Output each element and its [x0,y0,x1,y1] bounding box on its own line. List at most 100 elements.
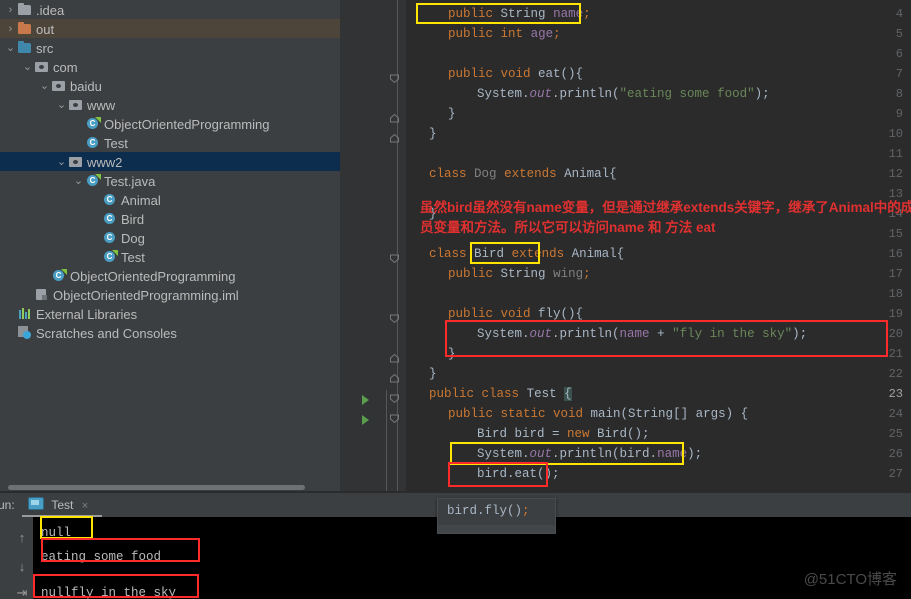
java-class-runnable-icon [51,269,67,282]
scroll-up-icon[interactable]: ↑ [14,530,30,545]
tree-spacer: ❯ [72,115,85,134]
code-line-10: } [429,127,437,141]
tree-item-objectorientedprogramming-iml[interactable]: ❯ ObjectOrientedProgramming.iml [0,285,340,304]
tree-item-label: Dog [121,231,145,247]
tree-item-test[interactable]: ❯ Test [0,133,340,152]
console-side-toolbar[interactable]: ↑ ↓ ⇥ [0,517,33,599]
tree-item-label: out [36,22,55,38]
tree-item-src[interactable]: ⌄ src [0,38,340,57]
java-class-icon [102,231,118,244]
close-icon[interactable]: × [82,500,88,512]
tree-item-dog[interactable]: ❯ Dog [0,228,340,247]
run-gutter-arrow-line23[interactable] [362,395,369,405]
tree-item-com[interactable]: ⌄ com [0,57,340,76]
fold-marker-line16[interactable] [389,253,400,264]
chevron-down-icon[interactable]: ⌄ [38,77,51,96]
tree-item-objectorientedprogramming[interactable]: ❯ ObjectOrientedProgramming [0,266,340,285]
chevron-right-icon[interactable]: › [4,20,17,39]
code-tooltip-popup: bird.fly(); [437,498,556,534]
tree-item-www2[interactable]: ⌄ www2 [0,152,340,171]
chevron-down-icon[interactable]: ⌄ [72,172,85,191]
tree-item-label: www2 [87,155,123,171]
chevron-down-icon[interactable]: ⌄ [55,96,68,115]
code-line-16: class Bird extends Animal{ [429,247,625,261]
tree-item-label: www [87,98,116,114]
chevron-down-icon[interactable]: ⌄ [21,58,34,77]
project-tree-panel[interactable]: ›.idea›out⌄src⌄com⌄baidu⌄www❯ObjectOrien… [0,0,340,493]
fold-marker-line9[interactable] [389,113,400,124]
tree-item-label: External Libraries [36,307,138,323]
folder-icon [17,22,33,35]
tree-item-www[interactable]: ⌄ www [0,95,340,114]
tree-spacer: ❯ [4,324,17,343]
scroll-down-icon[interactable]: ↓ [14,559,30,574]
code-line-7: public void eat(){ [448,67,584,81]
tree-item-label: com [53,60,78,76]
tree-item-out[interactable]: › out [0,19,340,38]
tree-item-external-libraries[interactable]: ❯ External Libraries [0,304,340,323]
java-class-icon [85,136,101,149]
tree-item-label: Bird [121,212,145,228]
java-class-runnable-icon [85,174,101,187]
tree-item-animal[interactable]: ❯ Animal [0,190,340,209]
tooltip-footer [438,525,555,533]
sidebar-horizontal-scrollbar[interactable] [8,485,305,490]
tree-item--idea[interactable]: › .idea [0,0,340,19]
code-line-17: public String wing; [448,267,591,281]
tree-item-baidu[interactable]: ⌄ baidu [0,76,340,95]
tree-item-test[interactable]: ❯ Test [0,247,340,266]
iml-file-icon [34,288,50,301]
java-class-runnable-icon [85,117,101,130]
tree-spacer: ❯ [21,286,34,305]
soft-wrap-icon[interactable]: ⇥ [14,585,30,599]
folder-icon [17,3,33,16]
fold-marker-line22[interactable] [389,373,400,384]
fold-marker-line19[interactable] [389,313,400,324]
code-line-12: class Dog extends Animal{ [429,167,617,181]
code-line-8: System.out.println("eating some food"); [477,87,770,101]
tree-spacer: ❯ [89,229,102,248]
tree-item-label: Test [104,136,128,152]
fold-marker-line23[interactable] [389,393,400,404]
fold-marker-line10[interactable] [389,133,400,144]
fold-marker-line24[interactable] [389,413,400,424]
tree-item-test-java[interactable]: ⌄ Test.java [0,171,340,190]
tree-item-label: .idea [36,3,65,19]
fold-marker-line7[interactable] [389,73,400,84]
tree-item-label: ObjectOrientedProgramming.iml [53,288,239,304]
tooltip-text: bird.fly(); [447,504,530,518]
tree-spacer: ❯ [4,305,17,324]
code-line-21: } [448,347,456,361]
java-class-icon [102,193,118,206]
annotation-note-line-2: 员变量和方法。所以它可以访问name 和 方法 eat [420,220,716,235]
external-libraries-icon [17,307,33,320]
tree-item-label: Animal [121,193,161,209]
code-line-24: public static void main(String[] args) { [448,407,749,421]
code-text-area[interactable]: public String name; public int age; publ… [406,0,911,493]
chevron-right-icon[interactable]: › [4,1,17,20]
indent-guide [386,390,387,493]
code-line-25: Bird bird = new Bird(); [477,427,650,441]
annotation-note-line-1: 虽然bird虽然没有name变量，但是通过继承extends关键字，继承了Ani… [420,200,911,215]
run-gutter-arrow-line24[interactable] [362,415,369,425]
tree-item-bird[interactable]: ❯ Bird [0,209,340,228]
tree-item-label: Test.java [104,174,156,190]
java-class-runnable-icon [102,250,118,263]
fold-marker-line21[interactable] [389,353,400,364]
run-tab-test[interactable]: Test × [28,497,88,516]
code-line-9: } [448,107,456,121]
code-editor[interactable]: 4 5 6 7 8 9 10 11 12 13 14 15 16 17 18 19 20 21 22 23 24 25 26… [340,0,911,493]
tree-item-label: src [36,41,54,57]
scratches-icon [17,326,33,339]
tree-item-label: Scratches and Consoles [36,326,177,342]
tree-item-objectorientedprogramming[interactable]: ❯ ObjectOrientedProgramming [0,114,340,133]
package-icon [68,98,84,111]
run-tab-label: Test [51,498,74,512]
tree-spacer: ❯ [89,210,102,229]
folder-icon [17,41,33,54]
java-class-icon [102,212,118,225]
tree-item-scratches-and-consoles[interactable]: ❯ Scratches and Consoles [0,323,340,342]
chevron-down-icon[interactable]: ⌄ [55,153,68,172]
code-line-20: System.out.println(name + "fly in the sk… [477,327,808,341]
chevron-down-icon[interactable]: ⌄ [4,39,17,58]
